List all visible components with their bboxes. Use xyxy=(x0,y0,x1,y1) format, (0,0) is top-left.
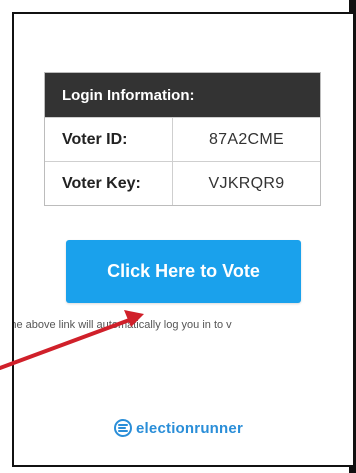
auto-login-notice: ng the above link will automatically log… xyxy=(12,319,232,331)
voter-id-label: Voter ID: xyxy=(45,118,173,161)
voter-key-row: Voter Key: VJKRQR9 xyxy=(45,161,320,205)
login-info-header: Login Information: xyxy=(45,73,320,117)
voter-key-label: Voter Key: xyxy=(45,162,173,205)
email-content-frame: Login Information: Voter ID: 87A2CME Vot… xyxy=(12,12,353,467)
login-information-table: Login Information: Voter ID: 87A2CME Vot… xyxy=(44,72,321,206)
electionrunner-logo[interactable]: electionrunner xyxy=(114,419,243,437)
voter-id-value: 87A2CME xyxy=(208,130,285,148)
click-here-to-vote-button[interactable]: Click Here to Vote xyxy=(66,240,301,303)
electionrunner-logo-icon xyxy=(114,419,132,437)
electionrunner-logo-text: electionrunner xyxy=(136,419,243,437)
voter-id-row: Voter ID: 87A2CME xyxy=(45,117,320,161)
voter-key-value: VJKRQR9 xyxy=(208,174,285,192)
